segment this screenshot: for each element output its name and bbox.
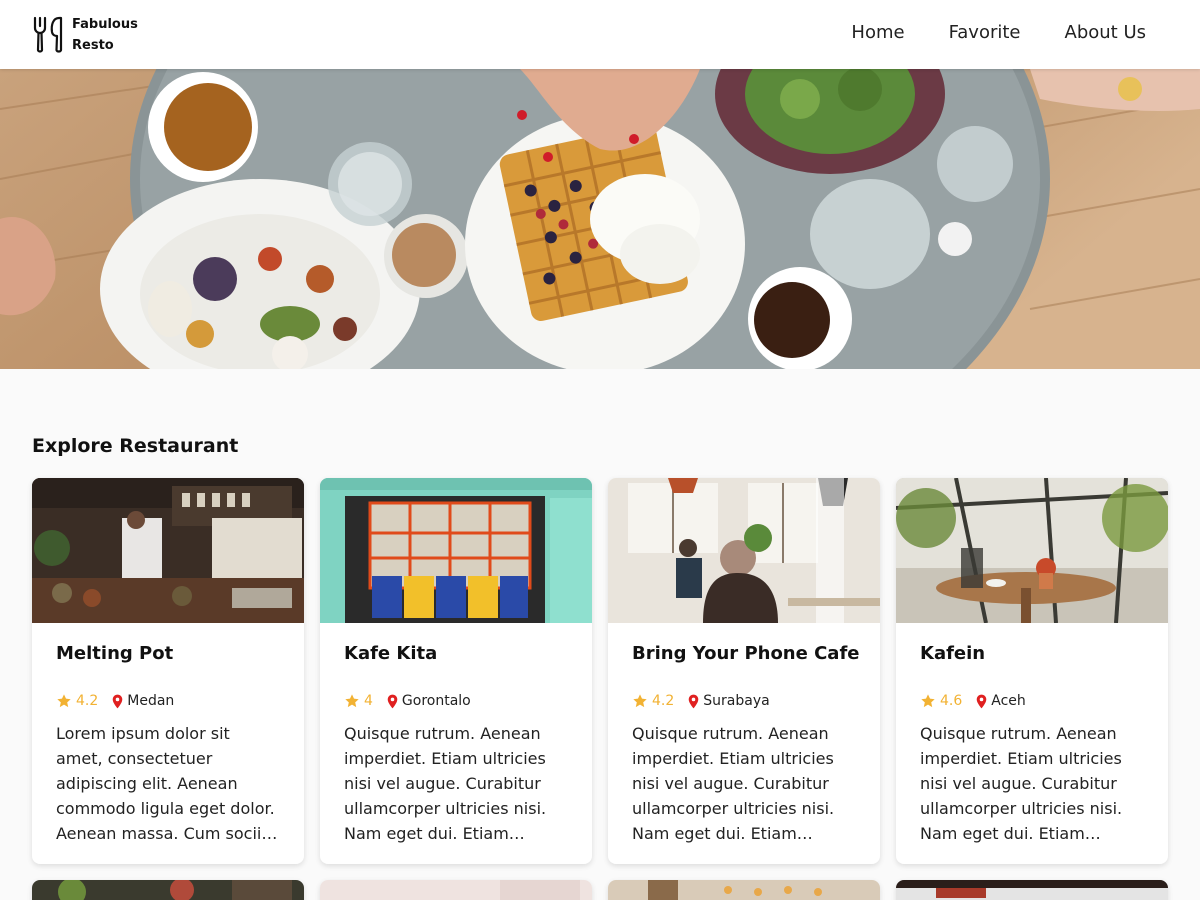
restaurant-meta: 4 Gorontalo [344,691,568,711]
logo-line-2: Resto [72,38,114,53]
restaurant-card-partial[interactable] [608,880,880,900]
restaurant-image [608,880,880,900]
logo-line-1: Fabulous [72,17,138,32]
restaurant-image [320,880,592,900]
restaurant-description: Quisque rutrum. Aenean imperdiet. Etiam … [344,724,547,843]
restaurant-city: Medan [127,693,175,709]
restaurant-meta: 4.6 Aceh [920,691,1144,711]
map-pin-icon [112,694,123,708]
restaurant-image [32,478,304,623]
restaurant-meta: 4.2 Medan [56,691,280,711]
restaurant-city: Aceh [991,693,1026,709]
map-pin-icon [688,694,699,708]
fork-spoon-icon [33,16,63,53]
map-pin-icon [976,694,987,708]
restaurant-card-partial[interactable] [32,880,304,900]
restaurant-city: Gorontalo [401,693,471,709]
map-pin-icon [387,694,398,708]
restaurant-card[interactable]: Melting Pot 4.2 Medan Lorem ipsum dolor … [32,478,304,864]
app-header: Fabulous Resto Home Favorite About Us [0,0,1200,69]
star-icon [633,694,647,708]
restaurant-image [896,880,1168,900]
restaurant-card[interactable]: Kafein 4.6 Aceh Quisque rutrum. Aenean i… [896,478,1168,864]
restaurant-card-partial[interactable] [896,880,1168,900]
restaurant-name[interactable]: Kafein [920,643,1144,673]
section-title: Explore Restaurant [32,435,239,457]
logo-text: Fabulous Resto [72,14,138,56]
star-icon [345,694,359,708]
restaurant-card-partial[interactable] [320,880,592,900]
restaurant-description: Lorem ipsum dolor sit amet, consectetuer… [56,724,275,843]
restaurant-image [32,880,304,900]
restaurant-image [320,478,592,623]
restaurant-name[interactable]: Melting Pot [56,643,280,673]
restaurant-card[interactable]: Bring Your Phone Cafe 4.2 Surabaya Quisq… [608,478,880,864]
restaurant-rating: 4.2 [652,693,675,709]
main-nav: Home Favorite About Us [851,22,1146,43]
nav-about-us[interactable]: About Us [1065,22,1147,43]
star-icon [57,694,71,708]
restaurant-rating: 4.2 [76,693,99,709]
nav-home[interactable]: Home [851,22,904,43]
restaurant-image [608,478,880,623]
restaurant-card[interactable]: Kafe Kita 4 Gorontalo Quisque rutrum. Ae… [320,478,592,864]
restaurant-rating: 4.6 [940,693,963,709]
restaurant-city: Surabaya [703,693,770,709]
star-icon [921,694,935,708]
restaurant-name[interactable]: Bring Your Phone Cafe [632,643,860,673]
hero-image [0,69,1200,369]
restaurant-description: Quisque rutrum. Aenean imperdiet. Etiam … [632,724,835,843]
restaurant-meta: 4.2 Surabaya [632,691,856,711]
restaurant-description: Quisque rutrum. Aenean imperdiet. Etiam … [920,724,1123,843]
nav-favorite[interactable]: Favorite [949,22,1021,43]
restaurant-name[interactable]: Kafe Kita [344,643,568,673]
restaurant-image [896,478,1168,623]
logo[interactable]: Fabulous Resto [32,14,138,56]
restaurant-rating: 4 [364,693,373,709]
